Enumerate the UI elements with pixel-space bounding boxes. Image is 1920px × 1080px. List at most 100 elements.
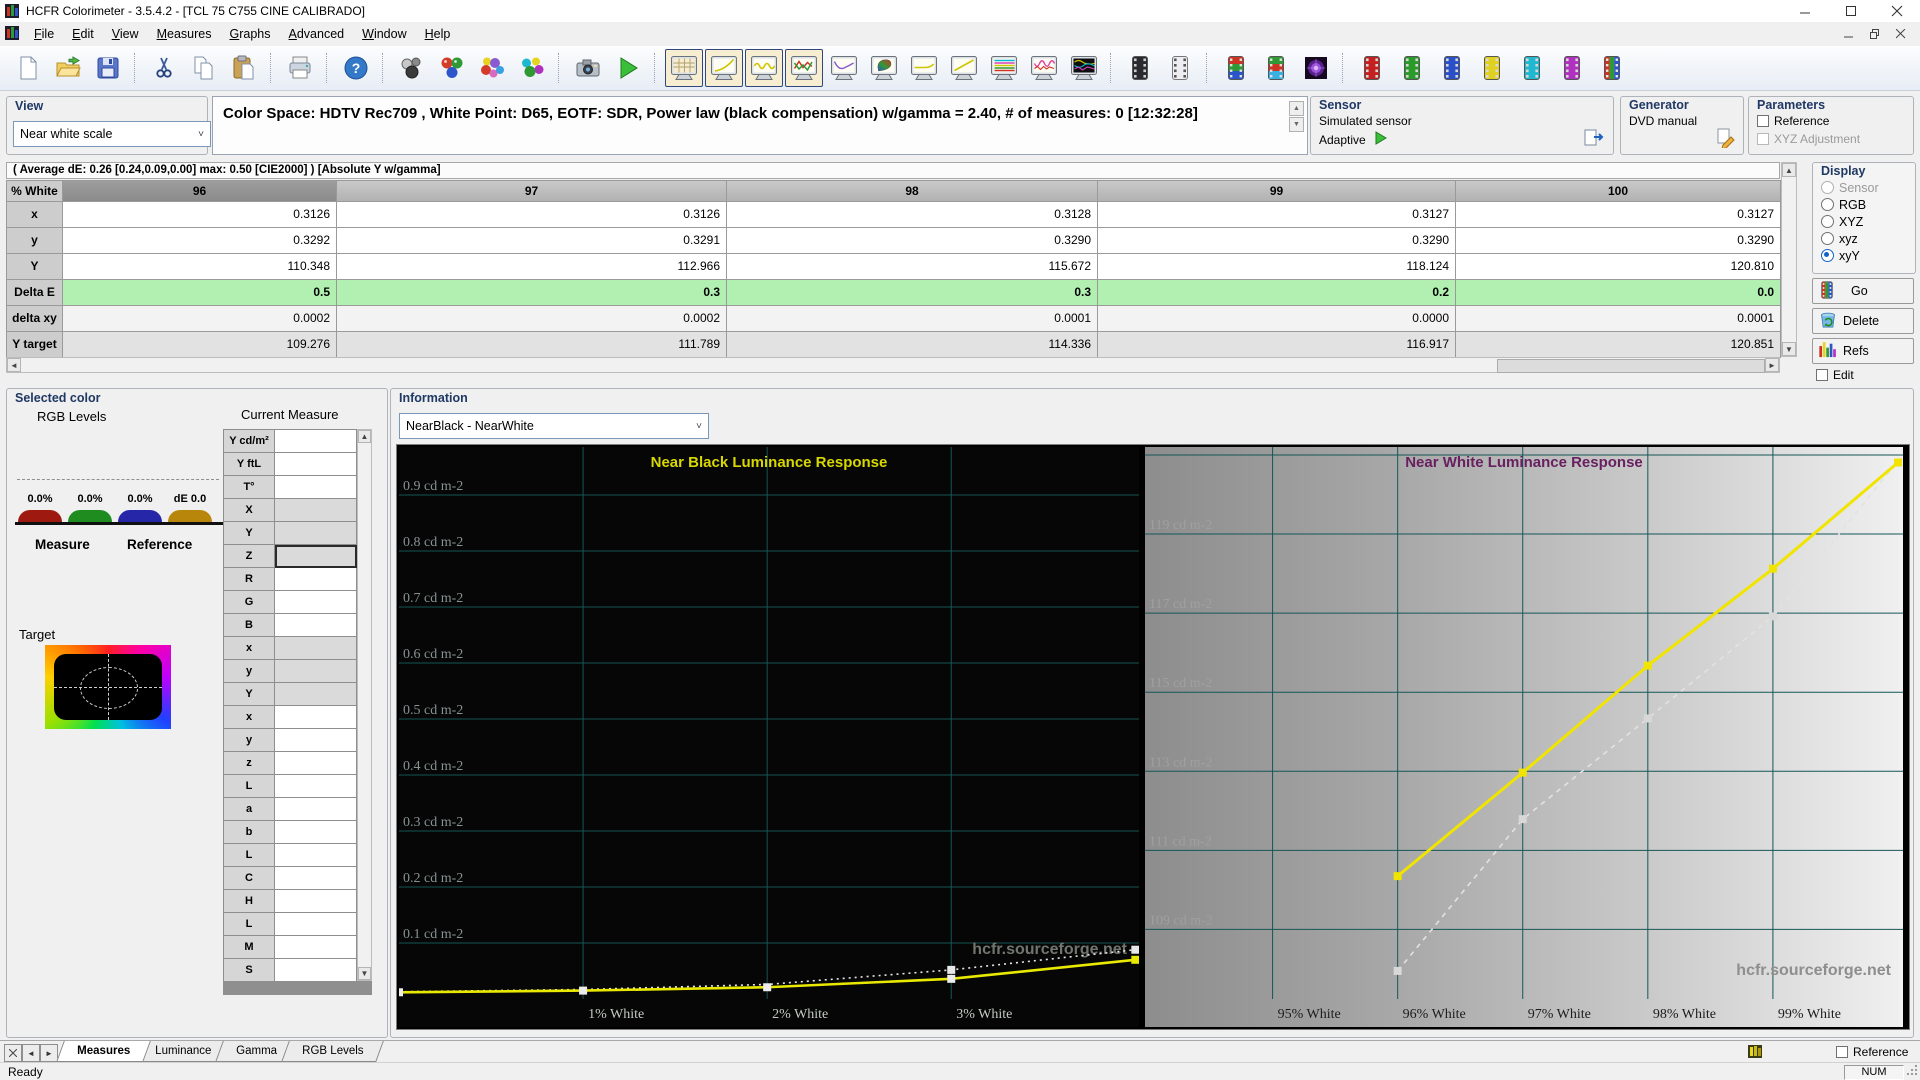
toolbar-measure-red-icon[interactable] — [1353, 49, 1391, 87]
measure-row-value[interactable] — [275, 752, 357, 775]
toolbar-measure-yellow-icon[interactable] — [1473, 49, 1511, 87]
toolbar-print-icon[interactable] — [281, 49, 319, 87]
column-header-96[interactable]: 96 — [63, 181, 337, 202]
display-option-sensor[interactable]: Sensor — [1813, 179, 1915, 196]
table-cell[interactable]: 111.789 — [337, 332, 727, 358]
measure-row-value[interactable] — [275, 775, 357, 798]
table-cell[interactable]: 0.0001 — [727, 306, 1098, 332]
table-cell[interactable]: 0.3 — [727, 280, 1098, 306]
spinner-down-icon[interactable]: ▼ — [1289, 117, 1304, 132]
table-cell[interactable]: 0.5 — [63, 280, 337, 306]
menu-item-view[interactable]: View — [103, 23, 148, 45]
toolbar-view-contrast-icon[interactable] — [905, 49, 943, 87]
radio-icon[interactable] — [1821, 198, 1834, 211]
menu-item-advanced[interactable]: Advanced — [280, 23, 354, 45]
table-cell[interactable]: 0.0002 — [63, 306, 337, 332]
table-horizontal-scrollbar[interactable]: ◄ ► — [6, 357, 1780, 373]
table-cell[interactable]: 0.3126 — [337, 202, 727, 228]
table-cell[interactable]: 0.3127 — [1098, 202, 1456, 228]
menu-item-file[interactable]: File — [25, 23, 63, 45]
toolbar-open-file-icon[interactable] — [49, 49, 87, 87]
toolbar-view-color-temperature-icon[interactable] — [825, 49, 863, 87]
table-cell[interactable]: 0.3291 — [337, 228, 727, 254]
measure-row-value[interactable] — [275, 637, 357, 660]
toolbar-measure-contrast-pattern-icon[interactable] — [1297, 49, 1335, 87]
table-cell[interactable]: 109.276 — [63, 332, 337, 358]
table-cell[interactable]: 0.0 — [1456, 280, 1781, 306]
toolbar-measure-blue-icon[interactable] — [1433, 49, 1471, 87]
status-reference-box[interactable] — [1836, 1046, 1848, 1058]
table-cell[interactable]: 120.810 — [1456, 254, 1781, 280]
toolbar-new-file-icon[interactable] — [9, 49, 47, 87]
toolbar-measure-secondaries-icon[interactable] — [1257, 49, 1295, 87]
menu-item-graphs[interactable]: Graphs — [221, 23, 280, 45]
menu-item-measures[interactable]: Measures — [148, 23, 221, 45]
table-cell[interactable]: 0.3127 — [1456, 202, 1781, 228]
toolbar-measure-all-colors-icon[interactable] — [1593, 49, 1631, 87]
tab-measures[interactable]: Measures — [56, 1041, 151, 1062]
measure-table-scrollbar[interactable]: ▲ ▼ — [357, 429, 372, 981]
table-cell[interactable]: 0.3290 — [1098, 228, 1456, 254]
table-cell[interactable]: 116.917 — [1098, 332, 1456, 358]
measure-row-value[interactable] — [275, 844, 357, 867]
measure-row-value[interactable] — [275, 430, 357, 453]
measure-row-value[interactable] — [275, 913, 357, 936]
mdi-close-icon[interactable] — [1892, 26, 1910, 42]
display-option-xyz[interactable]: XYZ — [1813, 213, 1915, 230]
toolbar-measure-near-white-icon[interactable] — [1161, 49, 1199, 87]
measure-row-value[interactable] — [275, 522, 357, 545]
scroll-left-icon[interactable]: ◄ — [7, 358, 21, 372]
toolbar-snapshot-icon[interactable] — [569, 49, 607, 87]
scroll-up-icon[interactable]: ▲ — [1782, 163, 1796, 177]
table-cell[interactable]: 115.672 — [727, 254, 1098, 280]
toolbar-view-saturation-icon[interactable] — [985, 49, 1023, 87]
reference-checkbox[interactable]: Reference — [1757, 114, 1829, 128]
toolbar-cut-icon[interactable] — [145, 49, 183, 87]
spinner-up-icon[interactable]: ▲ — [1289, 101, 1304, 116]
display-option-xyz[interactable]: xyz — [1813, 230, 1915, 247]
generator-config-icon[interactable] — [1716, 128, 1738, 151]
table-cell[interactable]: 0.0001 — [1456, 306, 1781, 332]
toolbar-copy-icon[interactable] — [185, 49, 223, 87]
measure-row-value[interactable] — [275, 706, 357, 729]
column-header-97[interactable]: 97 — [337, 181, 727, 202]
toolbar-measure-color-set-icon[interactable] — [473, 49, 511, 87]
measure-row-value[interactable] — [275, 568, 357, 591]
measure-row-value[interactable] — [275, 729, 357, 752]
column-header-98[interactable]: 98 — [727, 181, 1098, 202]
table-cell[interactable]: 110.348 — [63, 254, 337, 280]
mdi-restore-icon[interactable] — [1866, 26, 1884, 42]
toolbar-sensor-config-icon[interactable] — [393, 49, 431, 87]
toolbar-measure-green-icon[interactable] — [1393, 49, 1431, 87]
go-button[interactable]: Go — [1812, 278, 1914, 304]
scale-select[interactable]: Near white scale ˅ — [13, 121, 211, 147]
refs-button[interactable]: Refs — [1812, 338, 1914, 364]
table-cell[interactable]: 0.3128 — [727, 202, 1098, 228]
column-header-100[interactable]: 100 — [1456, 181, 1781, 202]
toolbar-view-luminance-icon[interactable] — [745, 49, 783, 87]
measure-row-value[interactable] — [275, 660, 357, 683]
reference-checkbox-box[interactable] — [1757, 115, 1769, 127]
toolbar-measure-color-checker-icon[interactable] — [513, 49, 551, 87]
measure-scroll-up-icon[interactable]: ▲ — [358, 430, 371, 443]
radio-icon[interactable] — [1821, 232, 1834, 245]
toolbar-view-cie-chart-icon[interactable] — [865, 49, 903, 87]
table-cell[interactable]: 0.2 — [1098, 280, 1456, 306]
scroll-thumb[interactable] — [1497, 359, 1765, 373]
table-cell[interactable]: 0.3290 — [1456, 228, 1781, 254]
table-cell[interactable]: 114.336 — [727, 332, 1098, 358]
delete-button[interactable]: Delete — [1812, 308, 1914, 334]
scroll-right-icon[interactable]: ► — [1765, 358, 1779, 372]
toolbar-view-measures-grid-icon[interactable] — [665, 49, 703, 87]
measure-row-value[interactable] — [275, 936, 357, 959]
mdi-minimize-icon[interactable] — [1840, 26, 1858, 42]
display-option-xyy[interactable]: xyY — [1813, 247, 1915, 264]
toolbar-paste-icon[interactable] — [225, 49, 263, 87]
measure-row-value[interactable] — [275, 499, 357, 522]
radio-icon[interactable] — [1821, 181, 1834, 194]
toolbar-view-response-icon[interactable] — [945, 49, 983, 87]
table-cell[interactable]: 0.0000 — [1098, 306, 1456, 332]
measure-scroll-down-icon[interactable]: ▼ — [358, 967, 371, 980]
toolbar-view-composite-icon[interactable] — [1065, 49, 1103, 87]
toolbar-save-file-icon[interactable] — [89, 49, 127, 87]
